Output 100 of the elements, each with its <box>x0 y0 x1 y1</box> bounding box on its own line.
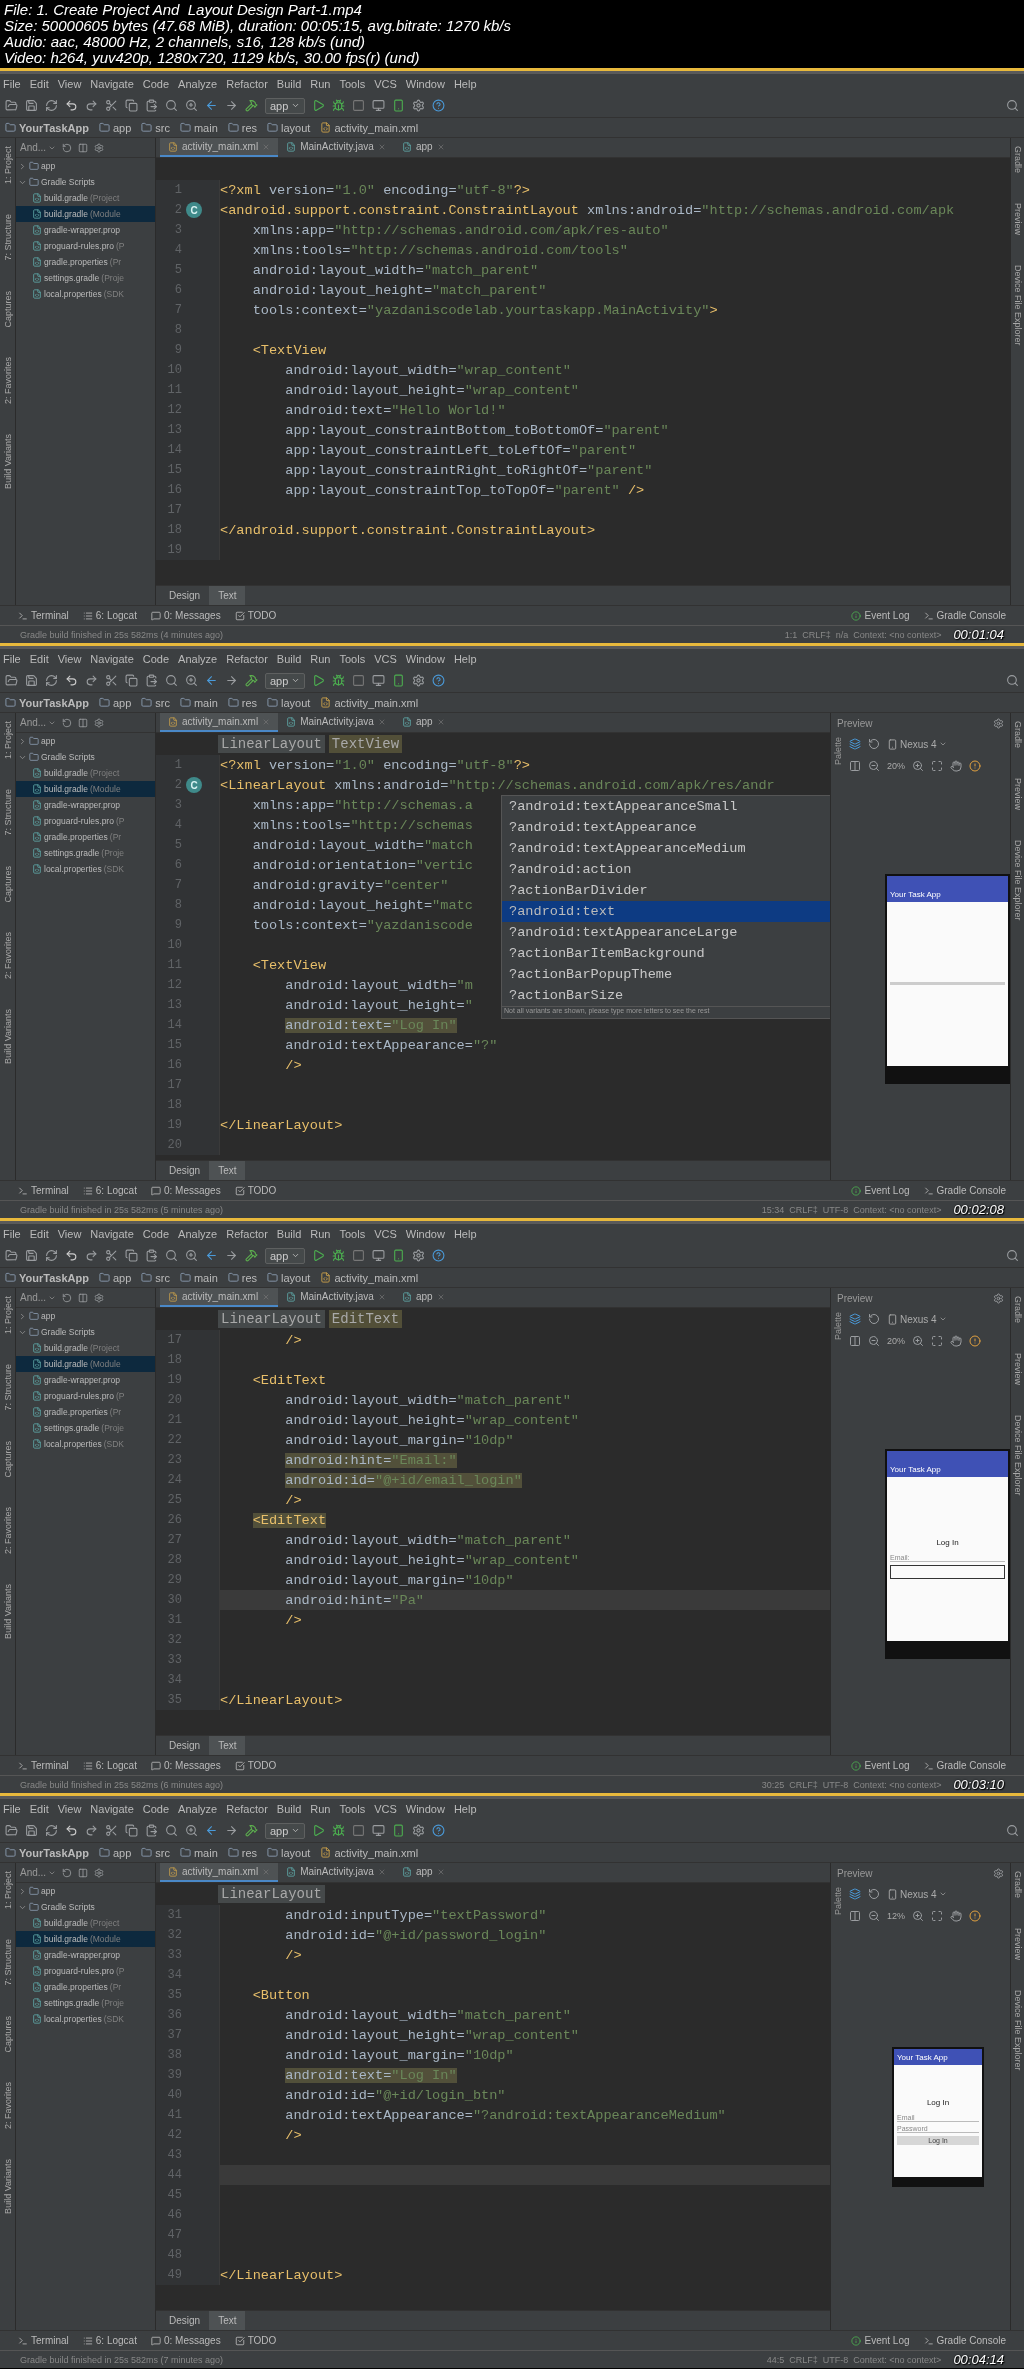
completion-item[interactable]: ?android:textAppearanceSmall <box>502 796 830 817</box>
menu-item[interactable]: Code <box>142 653 170 665</box>
redo-icon[interactable] <box>85 99 98 112</box>
stop-icon[interactable] <box>352 99 366 112</box>
device-selector[interactable]: Nexus 4 <box>887 1313 947 1325</box>
menu-item[interactable]: View <box>57 1803 82 1815</box>
hand-icon[interactable] <box>950 760 962 772</box>
tool-window-tab[interactable]: Palette <box>831 1308 845 1371</box>
editor-mode-tab[interactable]: Text <box>209 1736 246 1755</box>
copy-icon[interactable] <box>125 1824 138 1837</box>
debug-icon[interactable] <box>332 674 346 687</box>
search-icon[interactable] <box>1006 1249 1019 1262</box>
settings-icon[interactable] <box>412 1824 426 1837</box>
tool-window-tab[interactable]: 7: Structure <box>0 212 15 263</box>
menu-item[interactable]: Code <box>142 78 170 90</box>
breadcrumb-item[interactable]: app <box>98 121 132 134</box>
menu-item[interactable]: Window <box>405 1228 445 1240</box>
menu-item[interactable]: Refactor <box>226 1228 268 1240</box>
completion-item[interactable]: ?android:action <box>502 859 830 880</box>
menu-item[interactable]: Navigate <box>90 1803 134 1815</box>
chevron-right-icon[interactable] <box>18 161 27 171</box>
settings-icon[interactable] <box>94 717 105 728</box>
menu-item[interactable]: Navigate <box>90 653 134 665</box>
tool-window-button[interactable]: TODO <box>234 1760 277 1771</box>
sync-icon[interactable] <box>45 1824 58 1837</box>
tool-window-tab[interactable]: 2: Favorites <box>0 355 15 407</box>
breadcrumb-item[interactable]: src <box>141 696 170 709</box>
paste-icon[interactable] <box>145 1824 158 1837</box>
completion-item[interactable]: ?android:textAppearance <box>502 817 830 838</box>
alert-icon[interactable] <box>969 760 981 772</box>
run-config-dropdown[interactable]: app <box>265 672 306 689</box>
debug-icon[interactable] <box>332 1824 346 1837</box>
editor-tab[interactable]: MainActivity.java <box>278 1863 394 1882</box>
tool-window-button[interactable]: TODO <box>234 1185 277 1196</box>
tool-window-button[interactable]: Terminal <box>18 2335 69 2346</box>
tool-window-button[interactable]: 0: Messages <box>150 1185 221 1196</box>
tool-window-button[interactable]: TODO <box>234 610 277 621</box>
tree-item[interactable]: build.gradle (Project <box>16 1915 155 1931</box>
save-icon[interactable] <box>25 674 38 687</box>
back-icon[interactable] <box>205 99 218 112</box>
stop-icon[interactable] <box>352 1824 366 1837</box>
breadcrumb-item[interactable]: layout <box>267 696 311 709</box>
forward-icon[interactable] <box>225 99 238 112</box>
breadcrumb-item[interactable]: res <box>227 121 258 134</box>
editor-tab[interactable]: activity_main.xml <box>160 713 279 732</box>
tree-item[interactable]: settings.gradle (Proje <box>16 1995 155 2011</box>
tool-window-button[interactable]: Gradle Console <box>923 1760 1006 1771</box>
menu-item[interactable]: View <box>57 653 82 665</box>
menu-item[interactable]: Analyze <box>178 1803 218 1815</box>
breadcrumb-item[interactable]: activity_main.xml <box>320 1846 419 1859</box>
zoom-out-icon[interactable] <box>868 760 880 772</box>
tool-window-button[interactable]: TODO <box>234 2335 277 2346</box>
tree-item[interactable]: Gradle Scripts <box>16 749 155 765</box>
tool-window-button[interactable]: Gradle Console <box>923 2335 1006 2346</box>
breadcrumb-item[interactable]: res <box>227 696 258 709</box>
editor-tab[interactable]: app <box>393 138 453 157</box>
menu-item[interactable]: File <box>3 1228 21 1240</box>
tool-window-tab[interactable]: Palette <box>831 733 845 796</box>
tree-item[interactable]: app <box>16 733 155 749</box>
tree-item[interactable]: Gradle Scripts <box>16 174 155 190</box>
sync-icon[interactable] <box>45 99 58 112</box>
element-breadcrumb[interactable]: EditText <box>328 1310 403 1328</box>
tool-window-tab[interactable]: 2: Favorites <box>0 930 15 982</box>
hand-icon[interactable] <box>950 1910 962 1922</box>
editor-tab[interactable]: MainActivity.java <box>278 1288 394 1307</box>
editor-tab[interactable]: MainActivity.java <box>278 713 394 732</box>
run-config-dropdown[interactable]: app <box>265 1247 306 1264</box>
menu-item[interactable]: Run <box>310 653 331 665</box>
menu-item[interactable]: Window <box>405 1803 445 1815</box>
settings-icon[interactable] <box>993 1867 1004 1879</box>
device-selector[interactable]: Nexus 4 <box>887 738 947 750</box>
folder-open-icon[interactable] <box>5 1824 18 1837</box>
menu-item[interactable]: Run <box>310 78 331 90</box>
tool-window-tab[interactable]: Build Variants <box>0 1582 15 1641</box>
menu-item[interactable]: VCS <box>374 78 397 90</box>
menu-item[interactable]: Analyze <box>178 78 218 90</box>
rotate-icon[interactable] <box>868 738 880 750</box>
view-selector[interactable]: And... <box>20 142 57 153</box>
hammer-icon[interactable] <box>245 674 258 687</box>
tree-item[interactable]: settings.gradle (Proje <box>16 845 155 861</box>
breadcrumb-item[interactable]: app <box>98 1846 132 1859</box>
tool-window-tab[interactable]: 2: Favorites <box>0 1505 15 1557</box>
element-breadcrumb[interactable]: LinearLayout <box>218 1310 325 1328</box>
tool-window-tab[interactable]: 2: Favorites <box>0 2080 15 2132</box>
menu-item[interactable]: View <box>57 1228 82 1240</box>
tool-window-button[interactable]: Terminal <box>18 1760 69 1771</box>
editor-tab[interactable]: app <box>393 1863 453 1882</box>
tree-item[interactable]: build.gradle (Project <box>16 190 155 206</box>
completion-item[interactable]: ?actionBarPopupTheme <box>502 964 830 985</box>
editor-mode-tab[interactable]: Design <box>160 2311 210 2330</box>
undo-icon[interactable] <box>65 1249 78 1262</box>
tree-item[interactable]: app <box>16 158 155 174</box>
redo-icon[interactable] <box>85 674 98 687</box>
undo-icon[interactable] <box>65 674 78 687</box>
menu-item[interactable]: Help <box>453 1803 477 1815</box>
folder-open-icon[interactable] <box>5 674 18 687</box>
tree-item[interactable]: Gradle Scripts <box>16 1899 155 1915</box>
tree-item[interactable]: build.gradle (Module <box>16 781 155 797</box>
breadcrumb-item[interactable]: YourTaskApp <box>5 121 89 134</box>
cut-icon[interactable] <box>105 99 118 112</box>
